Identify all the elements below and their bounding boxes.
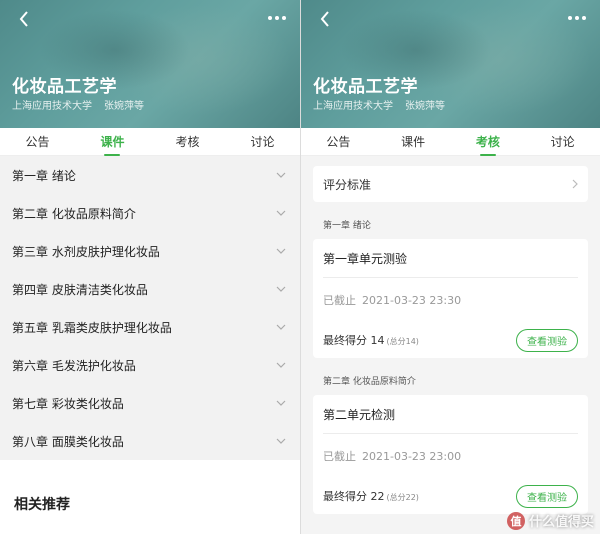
score-label: 最终得分 22 [323, 490, 385, 503]
chapter-list: 第一章 绪论 第二章 化妆品原料简介 第三章 水剂皮肤护理化妆品 第四章 皮肤清… [0, 156, 300, 460]
deadline-date: 2021-03-23 23:30 [362, 293, 462, 307]
chapter-item[interactable]: 第八章 面膜类化妆品 [0, 422, 300, 460]
assessment-content: 评分标准 第一章 绪论 第一章单元测验 已截止 2021-03-23 23:30 … [301, 156, 600, 524]
chapter-label: 第三章 水剂皮肤护理化妆品 [12, 244, 160, 259]
quiz-deadline: 已截止 2021-03-23 23:30 [323, 278, 578, 322]
quiz-title[interactable]: 第一章单元测验 [323, 239, 578, 277]
chevron-right-icon [572, 179, 578, 189]
course-teacher: 张婉萍等 [405, 101, 445, 112]
chapter-label: 第一章 绪论 [12, 168, 76, 183]
grading-criteria-row[interactable]: 评分标准 [313, 166, 588, 202]
watermark-text: 什么值得买 [528, 515, 594, 530]
tab-courseware[interactable]: 课件 [397, 127, 429, 156]
chevron-down-icon [276, 286, 286, 292]
grading-label: 评分标准 [323, 177, 372, 192]
course-header: 化妆品工艺学 上海应用技术大学 张婉萍等 [0, 0, 300, 128]
course-teacher: 张婉萍等 [104, 101, 144, 112]
related-title: 相关推荐 [14, 497, 70, 513]
watermark: 值 什么值得买 [506, 511, 594, 530]
section-label: 第一章 绪论 [323, 221, 371, 231]
course-school: 上海应用技术大学 [313, 101, 393, 112]
chapter-label: 第二章 化妆品原料简介 [12, 206, 136, 221]
course-title: 化妆品工艺学 [12, 77, 117, 97]
chapter-label: 第八章 面膜类化妆品 [12, 434, 124, 449]
tab-announcement[interactable]: 公告 [21, 127, 53, 156]
chevron-down-icon [276, 438, 286, 444]
chapter-item[interactable]: 第二章 化妆品原料简介 [0, 194, 300, 232]
view-quiz-button[interactable]: 查看测验 [516, 484, 578, 508]
course-header: 化妆品工艺学 上海应用技术大学 张婉萍等 [301, 0, 600, 128]
chapter-item[interactable]: 第三章 水剂皮肤护理化妆品 [0, 232, 300, 270]
right-screen: 化妆品工艺学 上海应用技术大学 张婉萍等 公告 课件 考核 讨论 评分标准 第一章… [300, 0, 600, 534]
tab-assessment[interactable]: 考核 [171, 127, 203, 156]
course-school: 上海应用技术大学 [12, 101, 92, 112]
quiz-card: 第二单元检测 已截止 2021-03-23 23:00 最终得分 22 (总分22)… [313, 395, 588, 514]
quiz-score-row: 最终得分 22 (总分22) 查看测验 [323, 478, 578, 514]
chapter-label: 第五章 乳霜类皮肤护理化妆品 [12, 320, 172, 335]
score-total: (总分14) [386, 337, 419, 346]
chapter-item[interactable]: 第一章 绪论 [0, 156, 300, 194]
tab-discussion[interactable]: 讨论 [246, 127, 278, 156]
chapter-item[interactable]: 第六章 毛发洗护化妆品 [0, 346, 300, 384]
watermark-logo-icon: 值 [506, 511, 525, 530]
back-icon[interactable] [315, 8, 337, 30]
course-subtitle: 上海应用技术大学 张婉萍等 [12, 97, 156, 112]
chapter-item[interactable]: 第四章 皮肤清洁类化妆品 [0, 270, 300, 308]
tab-announcement[interactable]: 公告 [322, 127, 354, 156]
deadline-label: 已截止 [323, 294, 356, 307]
view-quiz-button[interactable]: 查看测验 [516, 328, 578, 352]
tab-bar: 公告 课件 考核 讨论 [0, 128, 300, 156]
tab-courseware[interactable]: 课件 [96, 127, 128, 156]
quiz-deadline: 已截止 2021-03-23 23:00 [323, 434, 578, 478]
quiz-title[interactable]: 第二单元检测 [323, 395, 578, 433]
chevron-down-icon [276, 172, 286, 178]
score-total: (总分22) [386, 493, 419, 502]
course-subtitle: 上海应用技术大学 张婉萍等 [313, 97, 457, 112]
deadline-date: 2021-03-23 23:00 [362, 449, 462, 463]
course-title: 化妆品工艺学 [313, 77, 418, 97]
left-screen: 化妆品工艺学 上海应用技术大学 张婉萍等 公告 课件 考核 讨论 第一章 绪论 第… [0, 0, 300, 534]
more-dots-icon[interactable] [266, 12, 288, 24]
chapter-label: 第四章 皮肤清洁类化妆品 [12, 282, 148, 297]
chevron-down-icon [276, 362, 286, 368]
tab-bar: 公告 课件 考核 讨论 [301, 128, 600, 156]
back-icon[interactable] [14, 8, 36, 30]
score-label: 最终得分 14 [323, 334, 385, 347]
more-dots-icon[interactable] [566, 12, 588, 24]
chapter-item[interactable]: 第五章 乳霜类皮肤护理化妆品 [0, 308, 300, 346]
chevron-down-icon [276, 400, 286, 406]
chapter-item[interactable]: 第七章 彩妆类化妆品 [0, 384, 300, 422]
related-section: 相关推荐 [0, 460, 300, 534]
tab-assessment[interactable]: 考核 [472, 127, 504, 156]
chevron-down-icon [276, 210, 286, 216]
chevron-down-icon [276, 248, 286, 254]
quiz-card: 第一章单元测验 已截止 2021-03-23 23:30 最终得分 14 (总分14… [313, 239, 588, 358]
tab-discussion[interactable]: 讨论 [547, 127, 579, 156]
section-label: 第二章 化妆品原料简介 [323, 377, 416, 387]
quiz-score-row: 最终得分 14 (总分14) 查看测验 [323, 322, 578, 358]
deadline-label: 已截止 [323, 450, 356, 463]
chapter-label: 第七章 彩妆类化妆品 [12, 396, 124, 411]
chevron-down-icon [276, 324, 286, 330]
chapter-label: 第六章 毛发洗护化妆品 [12, 358, 136, 373]
